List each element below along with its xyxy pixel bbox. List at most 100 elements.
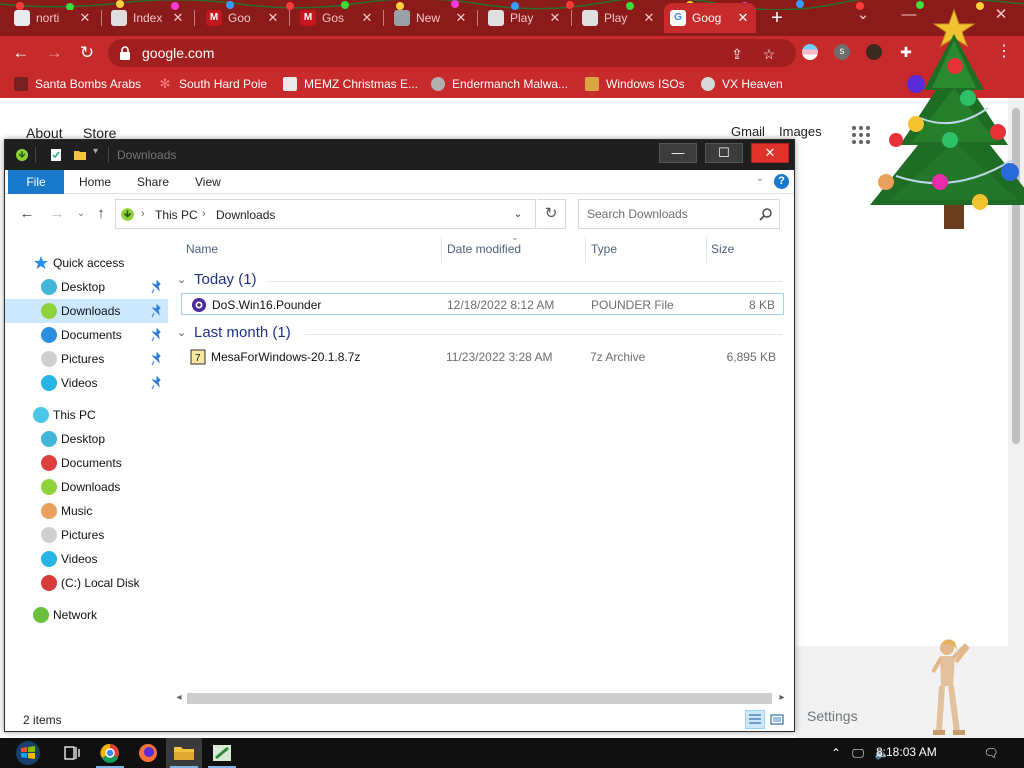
google-settings-link[interactable]: Settings <box>807 708 858 724</box>
pin-icon[interactable] <box>151 304 163 318</box>
bookmark-item[interactable]: ✻ South Hard Pole <box>158 76 268 92</box>
group-header-last-month[interactable]: ⌄ Last month (1) <box>177 324 786 344</box>
browser-tab[interactable]: Play ✕ <box>482 3 568 33</box>
explorer-forward-icon[interactable]: → <box>48 205 66 223</box>
browser-tab-active[interactable]: G Goog ✕ <box>664 3 756 33</box>
scroll-right-icon[interactable]: ▸ <box>776 692 788 704</box>
taskbar-chrome-button[interactable] <box>92 738 128 768</box>
column-header-date[interactable]: Date modified <box>447 242 521 256</box>
browser-tab[interactable]: Play ✕ <box>576 3 662 33</box>
nav-pc-pictures[interactable]: Pictures <box>5 523 168 547</box>
tab-close-icon[interactable]: ✕ <box>78 10 92 26</box>
horizontal-scrollbar-thumb[interactable] <box>187 693 772 704</box>
forward-arrow-icon[interactable]: → <box>43 42 65 64</box>
nav-quick-videos[interactable]: Videos <box>5 371 168 395</box>
pin-icon[interactable] <box>151 352 163 366</box>
tab-close-icon[interactable]: ✕ <box>642 10 656 26</box>
bookmark-item[interactable]: Santa Bombs Arabs <box>14 76 141 92</box>
refresh-icon[interactable]: ↻ <box>537 199 566 229</box>
collapse-chevron-icon[interactable]: ⌄ <box>177 273 186 286</box>
explorer-close-button[interactable]: ✕ <box>751 143 789 163</box>
nav-pc-local-disk[interactable]: (C:) Local Disk <box>5 571 168 595</box>
group-header-today[interactable]: ⌄ Today (1) <box>177 271 786 291</box>
column-header-size[interactable]: Size <box>711 242 734 256</box>
taskbar-clock[interactable]: 8:18:03 AM <box>876 745 937 759</box>
tab-close-icon[interactable]: ✕ <box>454 10 468 26</box>
ribbon-tab-share[interactable]: Share <box>137 175 169 189</box>
pin-icon[interactable] <box>151 328 163 342</box>
nav-pc-documents[interactable]: Documents <box>5 451 168 475</box>
ribbon-tab-view[interactable]: View <box>195 175 221 189</box>
column-divider[interactable] <box>706 237 707 263</box>
tab-close-icon[interactable]: ✕ <box>171 10 185 26</box>
column-divider[interactable] <box>585 237 586 263</box>
new-tab-button[interactable]: + <box>766 7 788 29</box>
search-icon[interactable] <box>759 207 773 221</box>
address-history-dropdown-icon[interactable]: ⌄ <box>510 206 526 222</box>
explorer-maximize-button[interactable]: ☐ <box>705 143 743 163</box>
breadcrumb-chevron-icon[interactable]: › <box>202 208 206 220</box>
explorer-minimize-button[interactable]: — <box>659 143 697 163</box>
breadcrumb-this-pc[interactable]: This PC <box>155 208 198 222</box>
qat-customize-icon[interactable]: ▾ <box>93 146 98 157</box>
taskbar-firefox-button[interactable] <box>130 738 166 768</box>
bookmark-item[interactable]: VX Heaven <box>701 76 783 92</box>
search-input[interactable] <box>580 201 752 227</box>
reload-icon[interactable]: ↻ <box>76 42 98 64</box>
help-icon[interactable]: ? <box>774 174 789 189</box>
back-arrow-icon[interactable]: ← <box>10 42 32 64</box>
collapse-chevron-icon[interactable]: ⌄ <box>177 326 186 339</box>
tab-close-icon[interactable]: ✕ <box>736 10 750 26</box>
up-folder-icon[interactable]: ↑ <box>92 205 110 223</box>
breadcrumb-downloads[interactable]: Downloads <box>216 208 275 222</box>
browser-tab[interactable]: New ✕ <box>388 3 474 33</box>
ribbon-tab-file[interactable]: File <box>8 170 64 194</box>
browser-tab[interactable]: norti ✕ <box>8 3 98 33</box>
nav-quick-desktop[interactable]: Desktop <box>5 275 168 299</box>
explorer-path-box[interactable]: › This PC › Downloads ⌄ <box>115 199 536 229</box>
column-header-name[interactable]: Name <box>186 242 218 256</box>
nav-pc-music[interactable]: Music <box>5 499 168 523</box>
show-hidden-icons-icon[interactable]: ⌃ <box>828 745 844 761</box>
pin-icon[interactable] <box>151 280 163 294</box>
nav-quick-pictures[interactable]: Pictures <box>5 347 168 371</box>
scroll-left-icon[interactable]: ◂ <box>173 692 185 704</box>
browser-tab[interactable]: Index ✕ <box>105 3 191 33</box>
new-folder-icon[interactable] <box>73 148 87 162</box>
ribbon-expand-chevron-icon[interactable]: ⌄ <box>753 173 767 187</box>
recent-locations-chevron-icon[interactable]: ⌄ <box>72 205 90 223</box>
taskbar-app-button[interactable] <box>204 738 240 768</box>
google-images-link[interactable]: Images <box>779 124 822 139</box>
action-center-icon[interactable]: 🗨 <box>983 745 999 761</box>
bookmark-item[interactable]: Endermanch Malwa... <box>431 76 568 92</box>
bookmark-star-icon[interactable]: ☆ <box>760 45 778 63</box>
nav-this-pc[interactable]: This PC <box>5 403 168 427</box>
browser-tab[interactable]: M Goo ✕ <box>200 3 286 33</box>
task-view-button[interactable] <box>54 738 90 768</box>
address-bar[interactable]: google.com ⇪ ☆ <box>108 39 796 67</box>
tab-close-icon[interactable]: ✕ <box>548 10 562 26</box>
large-icons-view-button[interactable] <box>767 710 787 729</box>
browser-tab[interactable]: M Gos ✕ <box>294 3 380 33</box>
share-icon[interactable]: ⇪ <box>728 45 746 63</box>
extension-s-icon[interactable]: s <box>834 44 850 60</box>
bookmark-item[interactable]: MEMZ Christmas E... <box>283 76 418 92</box>
nav-quick-access[interactable]: Quick access <box>5 251 168 275</box>
nav-quick-downloads[interactable]: Downloads <box>5 299 168 323</box>
tab-close-icon[interactable]: ✕ <box>360 10 374 26</box>
column-divider[interactable] <box>441 237 442 263</box>
nav-pc-desktop[interactable]: Desktop <box>5 427 168 451</box>
bookmark-item[interactable]: Windows ISOs <box>585 76 685 92</box>
details-view-button[interactable] <box>745 710 765 729</box>
explorer-back-icon[interactable]: ← <box>18 205 36 223</box>
file-row[interactable]: 7 MesaForWindows-20.1.8.7z 11/23/2022 3:… <box>181 346 784 368</box>
file-row[interactable]: DoS.Win16.Pounder 12/18/2022 8:12 AM POU… <box>181 293 784 315</box>
network-tray-icon[interactable]: 🖵 <box>850 745 866 761</box>
start-button[interactable] <box>8 738 48 768</box>
tab-close-icon[interactable]: ✕ <box>266 10 280 26</box>
properties-icon[interactable] <box>49 148 63 162</box>
nav-quick-documents[interactable]: Documents <box>5 323 168 347</box>
horizontal-scrollbar[interactable]: ◂ ▸ <box>171 690 788 707</box>
nav-network[interactable]: Network <box>5 603 168 627</box>
extension-flag-icon[interactable] <box>802 44 818 60</box>
